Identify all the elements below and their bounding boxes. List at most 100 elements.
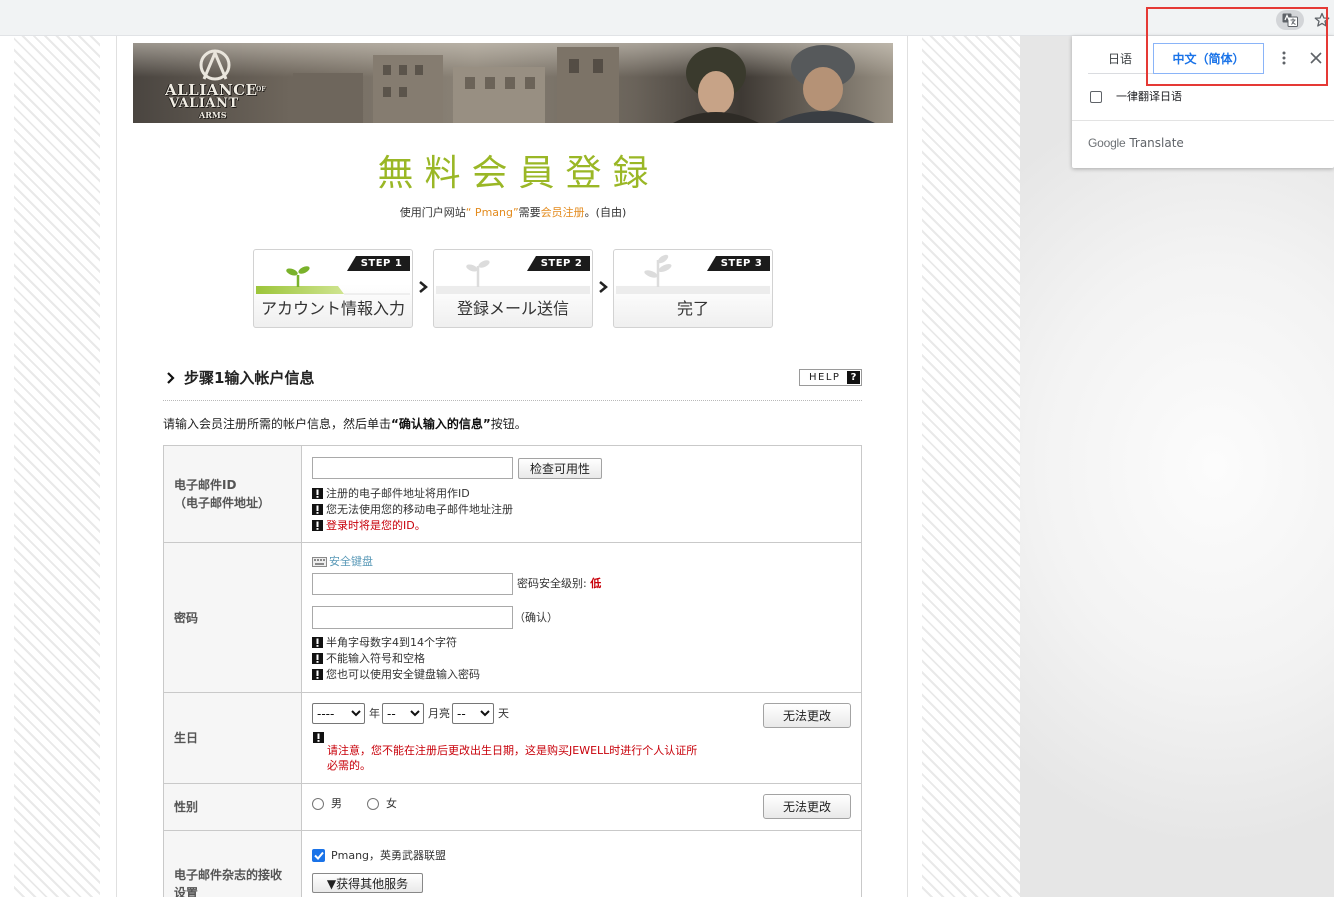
secure-keyboard-label: 安全键盘 (329, 555, 373, 568)
birth-year-unit: 年 (369, 707, 380, 720)
chevron-right-icon (599, 281, 608, 293)
alert-icon (312, 503, 323, 515)
registration-form: 电子邮件ID （电子邮件地址） 检查可用性 注册的电子邮件地址将用作ID 您无法… (163, 445, 862, 897)
password-strength: 密码安全级别: 低 (517, 576, 601, 592)
newsletter-row: 电子邮件杂志的接收设置 Pmang，英勇武器联盟 ▼获得其他服务 (164, 831, 861, 897)
google-logo-text: Google (1088, 136, 1126, 150)
password-strength-label: 密码安全级别: (517, 577, 587, 590)
help-label: HELP (809, 372, 841, 383)
gender-male-radio[interactable] (312, 798, 324, 810)
logo-text-of: OF (256, 86, 266, 93)
alert-icon (312, 487, 323, 499)
email-note: 您无法使用您的移动电子邮件地址注册 (312, 501, 513, 517)
always-translate-checkbox[interactable] (1090, 91, 1102, 103)
email-warning: 登录时将是您的ID。 (312, 517, 513, 533)
left-pattern (14, 36, 100, 897)
password-note-text: 半角字母数字4到14个字符 (326, 636, 457, 649)
chevron-right-icon (419, 281, 428, 293)
check-icon (313, 851, 324, 860)
subtitle-highlight: 会员注册 (540, 206, 585, 219)
gender-male-label: 男 (331, 797, 342, 810)
alert-icon (312, 519, 323, 531)
translate-logo-text: Translate (1129, 136, 1184, 150)
gender-female-label: 女 (386, 797, 397, 810)
step-1-label: アカウント情報入力 (260, 299, 405, 318)
tab-japanese[interactable]: 日语 (1088, 43, 1152, 74)
step-3-label: 完了 (676, 299, 709, 318)
password-confirm-input[interactable] (312, 606, 513, 629)
newsletter-value-cell: Pmang，英勇武器联盟 ▼获得其他服务 (302, 831, 861, 897)
step-1-box: STEP 1 アカウント情報入力 (253, 249, 413, 328)
gender-female-radio[interactable] (367, 798, 379, 810)
birth-day-unit: 天 (498, 707, 509, 720)
newsletter-label-text: 电子邮件杂志的接收设置 (174, 868, 283, 897)
birth-month-unit: 月亮 (428, 707, 450, 720)
logo-text-arms: ARMS (199, 110, 227, 120)
birthday-value-cell: ---- 年 -- 月亮 -- 天 无法更改 请注意，您不能在注册后更改出生日期… (302, 693, 861, 783)
screen: ALLIANCE OF VALIANT ARMS 無料会員登録 使用门户网站“ … (0, 0, 1334, 897)
google-translate-brand: Google Translate (1088, 136, 1184, 150)
step-2-tag: STEP 2 (527, 256, 590, 271)
alert-icon (312, 636, 323, 648)
popup-divider (1072, 120, 1334, 121)
email-label-line2: （电子邮件地址） (174, 496, 271, 510)
more-services-button[interactable]: ▼获得其他服务 (312, 873, 423, 893)
birth-year-select[interactable]: ---- (312, 703, 365, 724)
password-value-cell: 安全键盘 密码安全级别: 低 （确认） 半角字母数字4到14个字符 不能输入符号… (302, 543, 861, 692)
password-note-text: 不能输入符号和空格 (326, 652, 425, 665)
section-chevron-icon (167, 372, 175, 384)
newsletter-checkbox-label: Pmang，英勇武器联盟 (331, 849, 447, 862)
birthday-locked-button[interactable]: 无法更改 (763, 703, 851, 728)
password-note: 不能输入符号和空格 (312, 650, 480, 666)
step-3-tag: STEP 3 (707, 256, 770, 271)
help-button[interactable]: HELP ? (799, 369, 862, 386)
check-availability-button[interactable]: 检查可用性 (518, 458, 602, 479)
password-note-text: 您也可以使用安全键盘输入密码 (326, 668, 480, 681)
email-input[interactable] (312, 457, 513, 479)
keyboard-icon (312, 557, 327, 567)
password-notes: 半角字母数字4到14个字符 不能输入符号和空格 您也可以使用安全键盘输入密码 (312, 634, 480, 682)
password-note: 半角字母数字4到14个字符 (312, 634, 480, 650)
alert-icon (312, 668, 323, 680)
instruction-before: 请输入会员注册所需的帐户信息，然后单击 (163, 417, 392, 431)
step-2-box: STEP 2 登録メール送信 (433, 249, 593, 328)
gender-locked-button[interactable]: 无法更改 (763, 794, 851, 819)
password-note: 您也可以使用安全键盘输入密码 (312, 666, 480, 682)
right-pattern (922, 36, 1020, 897)
birthday-warning: 请注意，您不能在注册后更改出生日期，这是购买JEWELL时进行个人认证所必需的。 (327, 744, 698, 772)
birth-day-select[interactable]: -- (452, 703, 494, 724)
email-note-text: 注册的电子邮件地址将用作ID (326, 487, 470, 500)
email-notes: 注册的电子邮件地址将用作ID 您无法使用您的移动电子邮件地址注册 登录时将是您的… (312, 485, 513, 533)
newsletter-checkbox[interactable] (312, 849, 325, 862)
password-row: 密码 安全键盘 密码安全级别: 低 （确认） 半角字母数字4到14个字符 不能输… (164, 543, 861, 693)
email-warning-text: 登录时将是您的ID。 (326, 519, 426, 532)
section-title: 步骤1输入帐户信息 (184, 369, 315, 387)
logo-text-valiant: VALIANT (169, 96, 239, 111)
birth-month-select[interactable]: -- (382, 703, 424, 724)
highlight-box (1146, 7, 1328, 86)
secure-keyboard-link[interactable]: 安全键盘 (312, 555, 373, 569)
step-1-tag: STEP 1 (347, 256, 410, 271)
page-title: 無料会員登録 (377, 153, 660, 194)
page-subtitle: 使用门户网站“ Pmang”需要会员注册。(自由) (133, 206, 893, 220)
subtitle-prefix: 使用门户网站 (399, 206, 466, 219)
password-strength-value: 低 (590, 577, 602, 590)
subtitle-suffix: 。(自由) (584, 206, 627, 219)
email-label: 电子邮件ID （电子邮件地址） (164, 446, 302, 542)
alert-icon (313, 732, 324, 743)
portal-name: “ Pmang” (465, 206, 519, 219)
password-confirm-label: （确认） (514, 611, 558, 624)
gender-row: 性别 男 女 无法更改 (164, 784, 861, 831)
gender-label: 性别 (164, 784, 302, 830)
birthday-label: 生日 (164, 693, 302, 783)
section-divider (163, 400, 862, 401)
email-label-line1: 电子邮件ID (174, 478, 237, 492)
email-row: 电子邮件ID （电子邮件地址） 检查可用性 注册的电子邮件地址将用作ID 您无法… (164, 446, 861, 543)
alert-icon (312, 652, 323, 664)
gender-value-cell: 男 女 无法更改 (302, 784, 861, 830)
step-3-box: STEP 3 完了 (613, 249, 773, 328)
always-translate-label: 一律翻译日语 (1116, 90, 1182, 103)
instruction-text: 请输入会员注册所需的帐户信息，然后单击“确认输入的信息”按钮。 (163, 417, 527, 432)
email-note-text: 您无法使用您的移动电子邮件地址注册 (326, 503, 513, 516)
password-input[interactable] (312, 573, 513, 595)
